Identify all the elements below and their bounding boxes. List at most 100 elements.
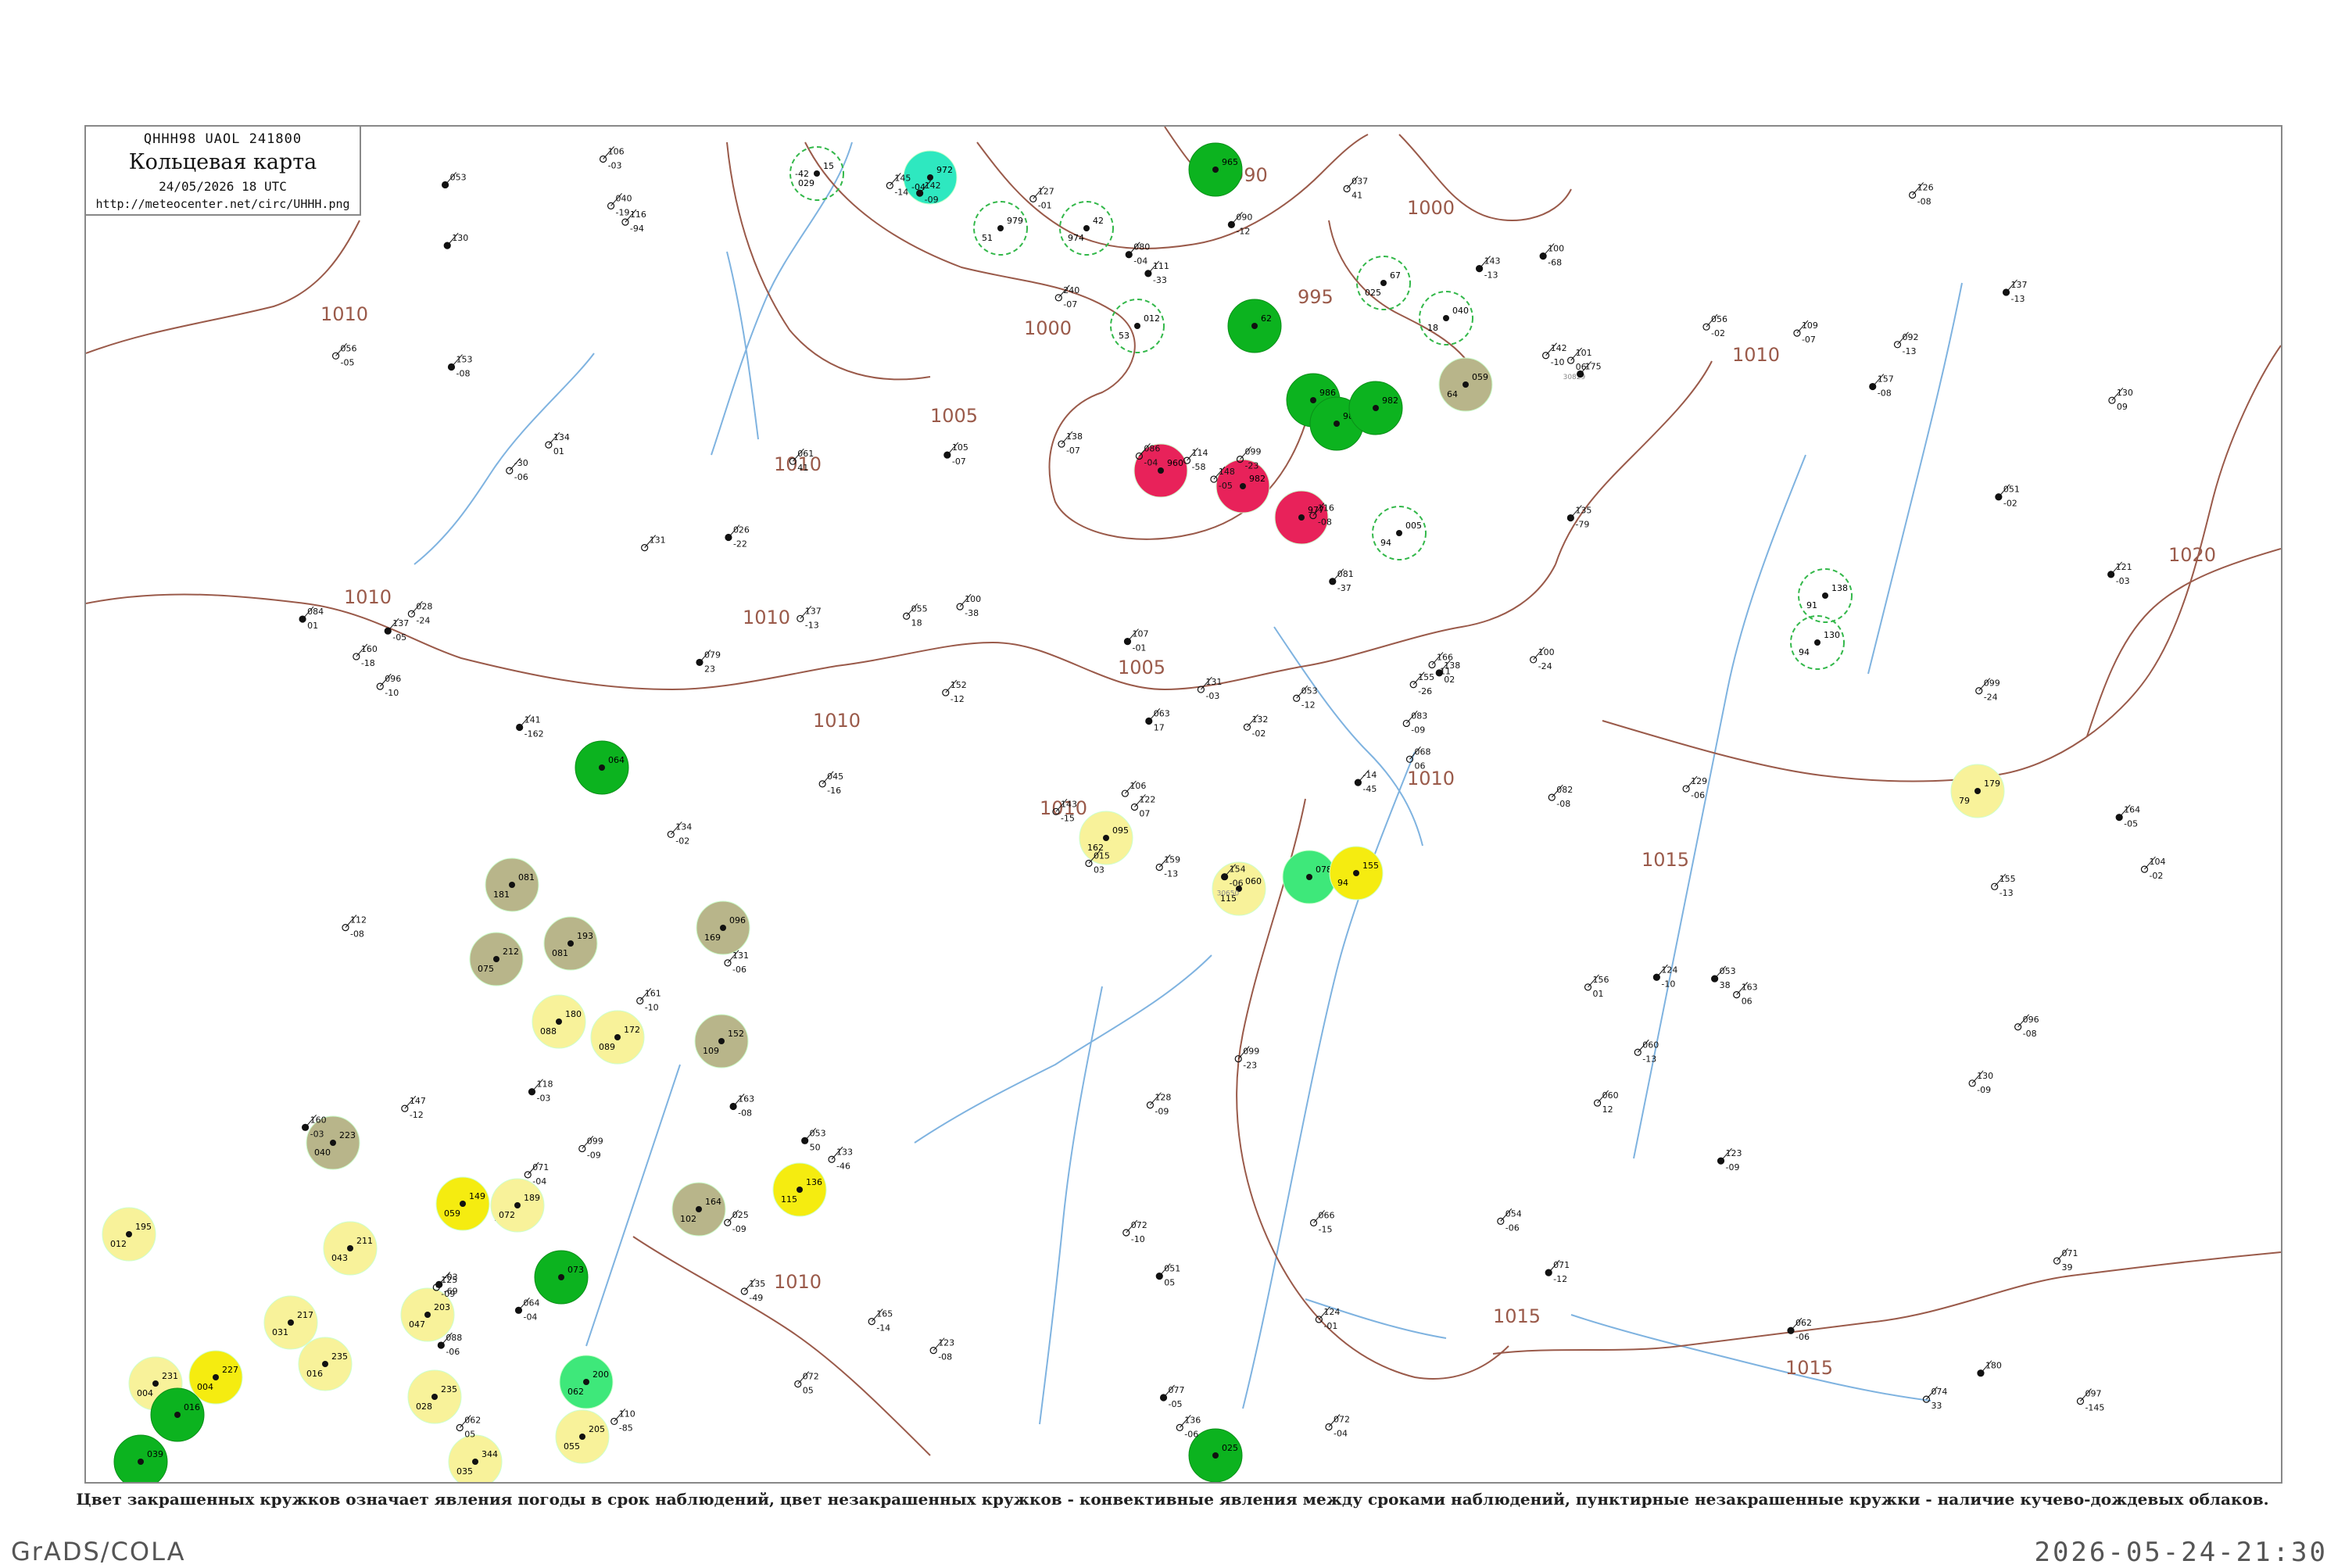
station-plot: 112-08 — [342, 915, 367, 940]
station-tendency: -05 — [1219, 481, 1233, 491]
weather-circle: 227 004 — [188, 1350, 243, 1405]
station-pressure: 130 — [2117, 388, 2133, 398]
station-tendency: 06 — [1742, 997, 1752, 1007]
station-pressure: 160 — [361, 644, 378, 654]
station-tendency: -08 — [2023, 1029, 2037, 1039]
station-plot: 028-24 — [407, 600, 432, 625]
station-plot: 03741 — [1343, 176, 1368, 201]
circle-value: 972 — [936, 165, 953, 175]
station-tendency: -15 — [1061, 813, 1075, 823]
station-tendency: -04 — [1334, 1429, 1348, 1439]
station-pressure: 100 — [1538, 647, 1555, 657]
station-tendency: -08 — [938, 1352, 952, 1362]
station-tendency: -05 — [2124, 819, 2138, 829]
station-plot: 051-02 — [1995, 484, 2020, 509]
circle-value: 169 — [704, 933, 721, 943]
circle-value: 088 — [540, 1026, 557, 1036]
station-pressure: 053 — [450, 172, 467, 182]
station-plot: 135-49 — [740, 1278, 765, 1303]
circle-value: 231 — [162, 1371, 178, 1381]
station-pressure: 114 — [1192, 448, 1208, 458]
station-tendency: -09 — [1155, 1107, 1169, 1117]
station-plot: 056-05 — [331, 342, 357, 367]
station-pressure: 051 — [1164, 1264, 1180, 1274]
station-pressure: 133 — [836, 1147, 853, 1157]
station-tendency: -12 — [1301, 700, 1316, 710]
circle-value: 195 — [135, 1222, 152, 1232]
station-pressure: 125 — [441, 1275, 457, 1285]
circle-value: 965 — [1222, 157, 1238, 167]
station-plot: 071-12 — [1545, 1259, 1570, 1284]
weather-circle: 059 64 — [1438, 357, 1493, 412]
station-tendency: -04 — [1144, 457, 1158, 467]
circle-value: 217 — [297, 1310, 313, 1320]
station-pressure: 123 — [1726, 1148, 1742, 1158]
circle-value: 982 — [1382, 396, 1398, 406]
station-pressure: 107 — [1132, 629, 1148, 639]
station-pressure: 096 — [385, 674, 401, 684]
station-pressure: 131 — [732, 950, 749, 961]
station-plot: 072-04 — [1325, 1414, 1350, 1439]
station-plot: 123-08 — [929, 1337, 954, 1362]
station-plot: -14-45 — [1354, 769, 1377, 794]
station-pressure: 100 — [965, 594, 981, 604]
circle-value: 986 — [1319, 388, 1336, 398]
station-tendency: -45 — [1362, 784, 1377, 794]
isobar-label: 1015 — [1785, 1357, 1833, 1379]
station-plot: 13009 — [2108, 387, 2133, 412]
synoptic-map[interactable]: 1010 1010 1010 1010 1010 1010 1005 1005 … — [86, 127, 2281, 1482]
station-pressure: 099 — [1243, 1047, 1259, 1057]
station-plot: 124-10 — [1652, 964, 1677, 989]
station-tendency: -08 — [1318, 517, 1332, 528]
map-frame[interactable]: 1010 1010 1010 1010 1010 1010 1005 1005 … — [84, 125, 2282, 1484]
station-pressure: 110 — [619, 1409, 635, 1419]
circle-value: 51 — [982, 233, 993, 243]
station-tendency: -10 — [645, 1002, 659, 1012]
station-plot: 040-19 — [607, 193, 632, 217]
map-title: Кольцевая карта — [128, 150, 317, 174]
circle-value: 072 — [499, 1210, 515, 1220]
circle-value: 227 — [222, 1365, 238, 1375]
station-pressure: 037 — [1352, 177, 1368, 187]
station-tendency: -94 — [630, 224, 644, 234]
station-pressure: 053 — [1720, 966, 1736, 976]
station-tendency: 38 — [1720, 980, 1731, 990]
circle-value: 94 — [1337, 878, 1348, 888]
circle-value: 42 — [1093, 216, 1104, 226]
isobar-label: 1010 — [320, 303, 368, 325]
station-tendency: -79 — [1575, 520, 1589, 530]
station-tendency: 23 — [704, 664, 715, 674]
station-plot: 136-06 — [1176, 1415, 1201, 1439]
station-pressure: 142 — [1551, 343, 1567, 353]
station-plot: 090-12 — [1227, 212, 1252, 236]
station-tendency: -03 — [608, 160, 622, 170]
station-tendency: -24 — [1538, 661, 1552, 671]
station-tendency: 05 — [803, 1386, 814, 1396]
station-plot: 111-33 — [1144, 260, 1169, 285]
station-pressure: 156 — [1592, 975, 1609, 985]
station-tendency: -09 — [925, 195, 939, 205]
station-tendency: -07 — [1066, 446, 1080, 456]
station-pressure: 159 — [1164, 854, 1180, 865]
weather-circle: 205 055 — [555, 1409, 610, 1464]
station-pressure: 127 — [1038, 186, 1054, 196]
station-plot: 118-03 — [528, 1079, 553, 1104]
weather-circle: 982 — [1348, 381, 1403, 435]
station-tendency: -06 — [1505, 1223, 1520, 1233]
weather-circle: 960 — [1133, 443, 1188, 498]
station-tendency: -12 — [410, 1110, 424, 1120]
station-pressure: 143 — [1484, 256, 1501, 267]
station-plot: 05350 — [801, 1127, 826, 1152]
station-tendency: -24 — [1984, 693, 1998, 703]
map-url[interactable]: http://meteocenter.net/circ/UHHH.png — [86, 197, 360, 211]
station-plot: 106-03 — [599, 146, 625, 170]
circle-value: 94 — [1380, 538, 1391, 548]
circle-value: 136 — [806, 1177, 822, 1187]
weather-circle: 180 088 — [532, 994, 586, 1049]
station-tendency: -85 — [619, 1423, 633, 1433]
station-pressure: 086 — [1144, 443, 1160, 453]
station-pressure: 106 — [1130, 781, 1146, 791]
station-plot: 155-13 — [1991, 873, 2016, 898]
station-pressure: 082 — [1556, 785, 1573, 795]
circle-value: 205 — [589, 1424, 605, 1434]
